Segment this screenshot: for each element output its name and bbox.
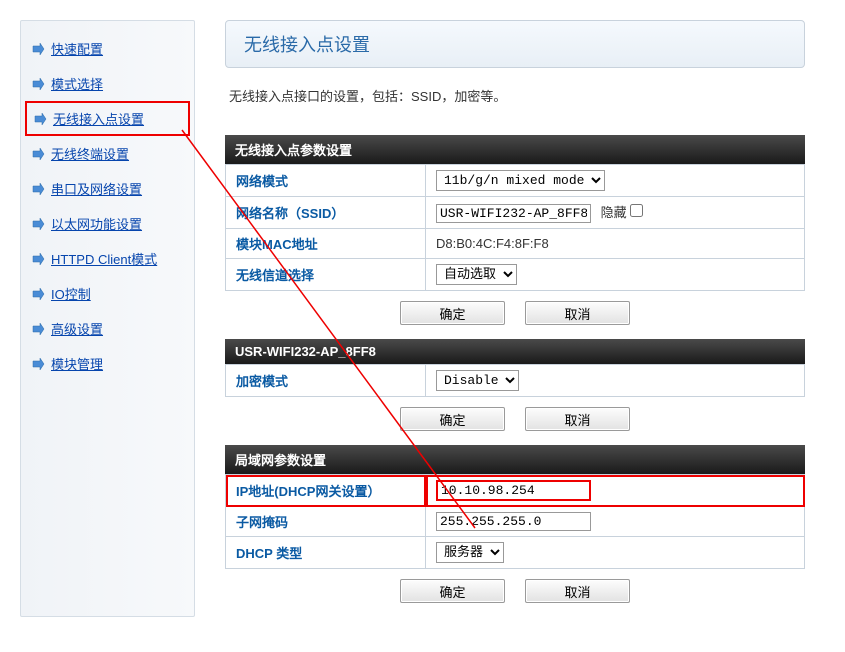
arrow-right-icon	[31, 252, 45, 266]
sidebar-item-mode-select[interactable]: 模式选择	[21, 66, 194, 101]
dhcp-type-select[interactable]: 服务器	[436, 542, 504, 563]
netmask-label: 子网掩码	[226, 507, 426, 537]
sidebar-item-advanced[interactable]: 高级设置	[21, 311, 194, 346]
sidebar-item-serial-net[interactable]: 串口及网络设置	[21, 171, 194, 206]
arrow-right-icon	[31, 217, 45, 231]
form-table-enc: 加密模式 Disable	[225, 364, 805, 397]
arrow-right-icon	[31, 182, 45, 196]
sidebar-item-label[interactable]: 高级设置	[51, 319, 103, 338]
sidebar-item-ethernet[interactable]: 以太网功能设置	[21, 206, 194, 241]
cancel-button[interactable]: 取消	[525, 407, 630, 431]
network-mode-select[interactable]: 11b/g/n mixed mode	[436, 170, 605, 191]
sidebar-item-label[interactable]: HTTPD Client模式	[51, 249, 157, 268]
arrow-right-icon	[33, 112, 47, 126]
panel-lan-params: 局域网参数设置 IP地址(DHCP网关设置） 子网掩码 DHCP 类型	[225, 445, 805, 603]
sidebar-item-io-control[interactable]: IO控制	[21, 276, 194, 311]
mac-value: D8:B0:4C:F4:8F:F8	[426, 229, 805, 259]
sidebar-item-label[interactable]: 无线终端设置	[51, 144, 129, 163]
panel-header: 无线接入点参数设置	[225, 135, 805, 164]
channel-label: 无线信道选择	[226, 259, 426, 291]
sidebar-item-label[interactable]: 模式选择	[51, 74, 103, 93]
channel-select[interactable]: 自动选取	[436, 264, 517, 285]
panel-ap-params: 无线接入点参数设置 网络模式 11b/g/n mixed mode 网络名称（S…	[225, 135, 805, 325]
ok-button[interactable]: 确定	[400, 407, 505, 431]
sidebar-item-label[interactable]: IO控制	[51, 284, 91, 303]
arrow-right-icon	[31, 42, 45, 56]
arrow-right-icon	[31, 147, 45, 161]
sidebar-item-label[interactable]: 模块管理	[51, 354, 103, 373]
panel-encryption: USR-WIFI232-AP_8FF8 加密模式 Disable 确定 取消	[225, 339, 805, 431]
arrow-right-icon	[31, 357, 45, 371]
page-desc: 无线接入点接口的设置，包括：SSID，加密等。	[229, 86, 805, 105]
ok-button[interactable]: 确定	[400, 301, 505, 325]
sidebar-item-ap-settings[interactable]: 无线接入点设置	[25, 101, 190, 136]
enc-mode-select[interactable]: Disable	[436, 370, 519, 391]
mac-label: 模块MAC地址	[226, 229, 426, 259]
cancel-button[interactable]: 取消	[525, 301, 630, 325]
sidebar-item-label[interactable]: 无线接入点设置	[53, 109, 144, 128]
hide-ssid-checkbox[interactable]	[630, 204, 643, 217]
ssid-label: 网络名称（SSID）	[226, 197, 426, 229]
page-title: 无线接入点设置	[244, 31, 786, 57]
network-mode-label: 网络模式	[226, 165, 426, 197]
panel-header: USR-WIFI232-AP_8FF8	[225, 339, 805, 364]
ip-label: IP地址(DHCP网关设置）	[226, 475, 426, 507]
dhcp-type-label: DHCP 类型	[226, 537, 426, 569]
form-table-lan: IP地址(DHCP网关设置） 子网掩码 DHCP 类型 服务器	[225, 474, 805, 569]
sidebar-item-label[interactable]: 快速配置	[51, 39, 103, 58]
hide-ssid-label: 隐藏	[601, 205, 627, 220]
arrow-right-icon	[31, 77, 45, 91]
netmask-input[interactable]	[436, 512, 591, 531]
arrow-right-icon	[31, 287, 45, 301]
ok-button[interactable]: 确定	[400, 579, 505, 603]
sidebar-item-module-manage[interactable]: 模块管理	[21, 346, 194, 381]
main-content: 无线接入点设置 无线接入点接口的设置，包括：SSID，加密等。 无线接入点参数设…	[225, 20, 825, 617]
ssid-input[interactable]	[436, 204, 591, 223]
sidebar-item-label[interactable]: 串口及网络设置	[51, 179, 142, 198]
sidebar-item-label[interactable]: 以太网功能设置	[51, 214, 142, 233]
enc-mode-label: 加密模式	[226, 365, 426, 397]
page-title-box: 无线接入点设置	[225, 20, 805, 68]
panel-header: 局域网参数设置	[225, 445, 805, 474]
form-table-ap: 网络模式 11b/g/n mixed mode 网络名称（SSID） 隐藏	[225, 164, 805, 291]
ip-input[interactable]	[436, 480, 591, 501]
sidebar-item-httpd-client[interactable]: HTTPD Client模式	[21, 241, 194, 276]
sidebar: 快速配置 模式选择 无线接入点设置 无线终端设置 串口及网络设置 以太网功能设置…	[20, 20, 195, 617]
cancel-button[interactable]: 取消	[525, 579, 630, 603]
sidebar-item-sta-settings[interactable]: 无线终端设置	[21, 136, 194, 171]
arrow-right-icon	[31, 322, 45, 336]
sidebar-item-quick-config[interactable]: 快速配置	[21, 31, 194, 66]
